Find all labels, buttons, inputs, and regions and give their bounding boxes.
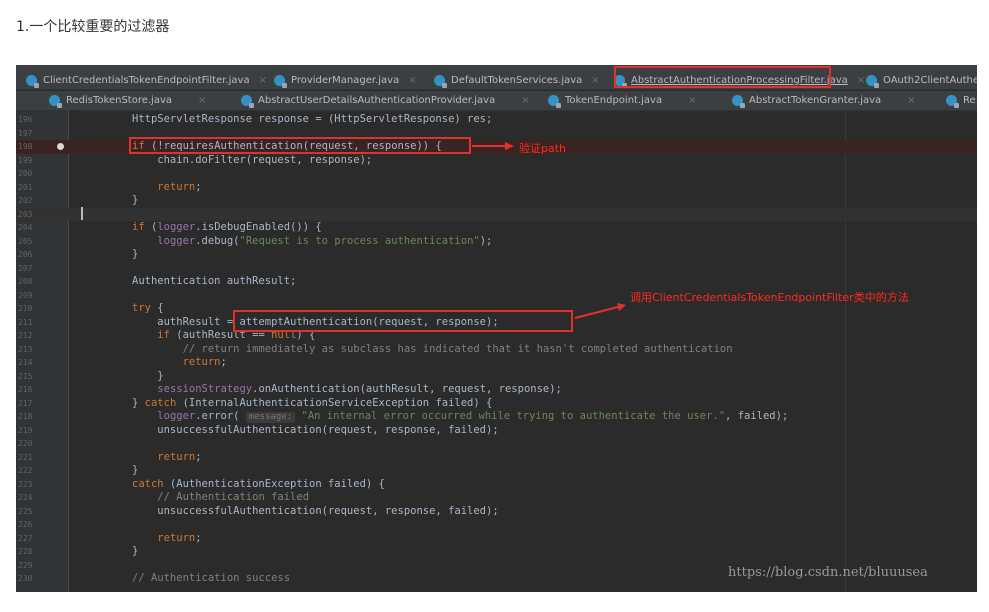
- annotation-arrows: [472, 142, 626, 319]
- annotation-verify-path: 验证path: [519, 142, 567, 155]
- annotation-call-method: 调用ClientCredentialsTokenEndpointFilter类中…: [630, 291, 909, 304]
- arrow-verify-path: [472, 142, 514, 150]
- arrow-call-method: [574, 303, 626, 319]
- watermark: https://blog.csdn.net/bluuusea: [728, 565, 928, 580]
